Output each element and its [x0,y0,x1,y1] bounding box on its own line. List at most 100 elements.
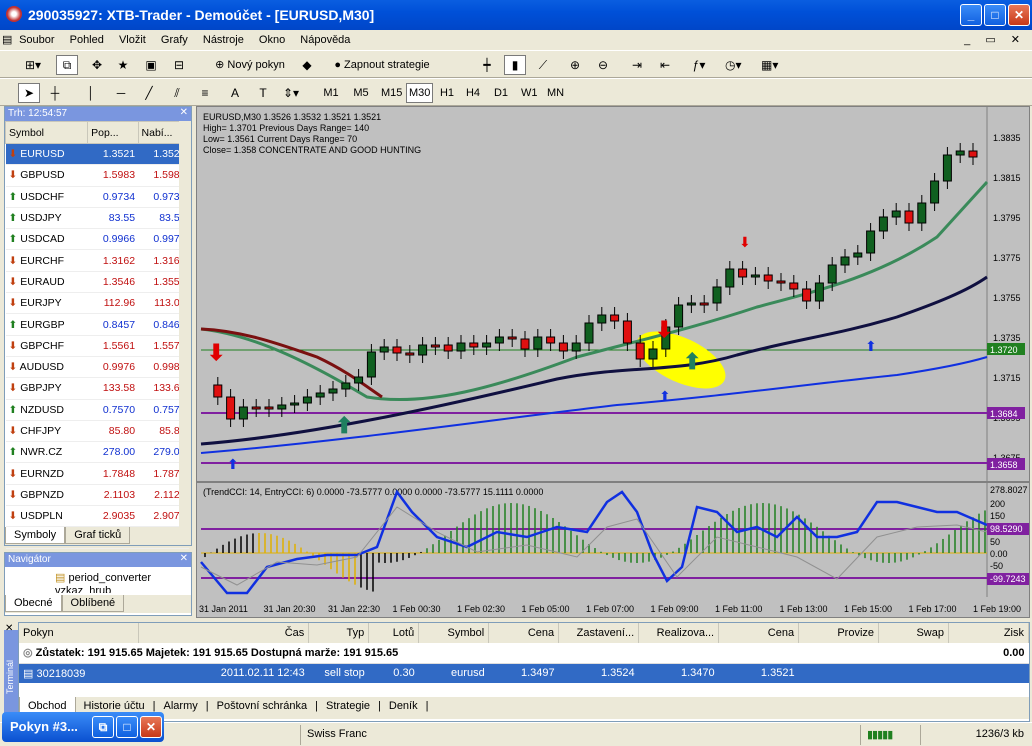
tf-m30[interactable]: M30 [406,83,434,103]
new-chart-icon[interactable]: ⊞▾ [22,55,44,75]
minimized-order-window[interactable]: Pokyn #3... ⧉ □ ✕ [2,712,164,742]
chart-shift-icon[interactable]: ⇤ [654,55,676,75]
market-row[interactable]: ⬆ USDCAD 0.9966 0.9970 [5,228,189,251]
minimize-button[interactable]: _ [960,4,982,26]
profiles-icon[interactable]: ⧉ [56,55,78,75]
menu-help[interactable]: Nápověda [294,31,356,49]
line-chart-icon[interactable]: ⟋ [532,55,554,75]
market-row[interactable]: ⬇ CHFJPY 85.80 85.87 [5,420,189,443]
col-stoploss[interactable]: Zastavení... [558,623,640,643]
channel-icon[interactable]: ⫽ [166,83,188,103]
trendline-icon[interactable]: ╱ [138,83,160,103]
close-icon[interactable]: ✕ [5,623,13,634]
tf-d1[interactable]: D1 [490,83,512,103]
col-commission[interactable]: Provize [798,623,880,643]
col-symbol[interactable]: Symbol [418,623,490,643]
market-row[interactable]: ⬆ NZDUSD 0.7570 0.7575 [5,399,189,421]
tab-mailbox[interactable]: Poštovní schránka [209,697,316,715]
market-row[interactable]: ⬆ USDCHF 0.9734 0.9737 [5,186,189,208]
market-scrollbar[interactable] [179,121,191,529]
tab-journal[interactable]: Deník [381,697,426,715]
data-window-icon[interactable]: ⊟ [168,55,190,75]
order-row[interactable]: ▤ 30218039 2011.02.11 12:43 sell stop 0.… [19,663,1029,683]
indicators-icon[interactable]: ƒ▾ [688,55,710,75]
market-row[interactable]: ⬆ NWR.CZ 278.00 279.00 [5,441,189,464]
menu-charts[interactable]: Grafy [155,31,194,49]
market-row[interactable]: ⬆ USDJPY 83.55 83.58 [5,207,189,230]
tf-m15[interactable]: M15 [378,83,405,103]
autoscroll-icon[interactable]: ⇥ [626,55,648,75]
close-icon[interactable]: ✕ [180,107,188,118]
menu-file[interactable]: Soubor [13,31,60,49]
restore-button[interactable]: ⧉ [92,716,114,738]
market-row[interactable]: ⬇ EURUSD 1.3521 1.3523 [5,143,189,166]
menu-window[interactable]: Okno [253,31,291,49]
periods-icon[interactable]: ◷▾ [722,55,745,75]
crosshair-tool-icon[interactable]: ┼ [44,83,66,103]
zoom-in-icon[interactable]: ⊕ [564,55,586,75]
strategy-button[interactable]: ● Zapnout strategie [326,55,438,75]
menu-tools[interactable]: Nástroje [197,31,250,49]
tf-h1[interactable]: H1 [436,83,458,103]
menu-view[interactable]: Pohled [64,31,110,49]
tf-m1[interactable]: M1 [320,83,342,103]
mdi-controls[interactable]: _ ▭ ✕ [964,33,1026,46]
zoom-out-icon[interactable]: ⊖ [592,55,614,75]
maximize-button[interactable]: □ [116,716,138,738]
metaeditor-icon[interactable]: ◆ [296,55,318,75]
cursor-icon[interactable]: ➤ [18,83,40,103]
crosshair-icon[interactable]: ✥ [86,55,108,75]
market-row[interactable]: ⬇ USDPLN 2.9035 2.9070 [5,505,189,528]
tf-m5[interactable]: M5 [350,83,372,103]
col-price[interactable]: Cena [488,623,560,643]
horizontal-line-icon[interactable]: ─ [110,83,132,103]
tab-tick-chart[interactable]: Graf ticků [65,527,131,544]
close-icon[interactable]: ✕ [180,553,188,564]
col-symbol[interactable]: Symbol [4,121,89,144]
tab-general[interactable]: Obecné [5,595,62,612]
col-time[interactable]: Čas [138,623,310,643]
close-button[interactable]: ✕ [140,716,162,738]
price-chart[interactable]: 1.3835 1.3815 1.3795 1.3775 1.3755 1.3735 1.37… [197,107,1029,617]
text-label-icon[interactable]: T [252,83,274,103]
arrows-icon[interactable]: ⇕▾ [280,83,302,103]
menu-insert[interactable]: Vložit [113,31,152,49]
col-lots[interactable]: Lotů [368,623,420,643]
col-swap[interactable]: Swap [878,623,949,643]
window-icon[interactable]: ▣ [140,55,162,75]
nav-item[interactable]: vzkaz_hrub [55,585,111,593]
market-row[interactable]: ⬇ GBPJPY 133.58 133.65 [5,377,189,400]
tf-mn[interactable]: MN [544,83,567,103]
tf-w1[interactable]: W1 [518,83,541,103]
col-bid[interactable]: Pop... [87,121,139,144]
tab-favorites[interactable]: Oblíbené [61,595,125,612]
col-profit[interactable]: Zisk [948,623,1030,643]
doc-icon[interactable]: ▤ [0,30,12,49]
balance-row[interactable]: ◎ Zůstatek: 191 915.65 Majetek: 191 915.… [19,643,1029,664]
market-row[interactable]: ⬇ EURJPY 112.96 113.00 [5,292,189,315]
market-row[interactable]: ⬇ EURNZD 1.7848 1.7873 [5,462,189,485]
candle-chart-icon[interactable]: ▮ [504,55,526,75]
col-type[interactable]: Typ [308,623,370,643]
market-row[interactable]: ⬇ EURCHF 1.3162 1.3166 [5,249,189,272]
col-takeprofit[interactable]: Realizova... [638,623,720,643]
bar-chart-icon[interactable]: ┿ [476,55,498,75]
market-row[interactable]: ⬇ GBPNZD 2.1103 2.1128 [5,484,189,507]
col-order[interactable]: Pokyn [19,623,140,643]
new-order-button[interactable]: ⊕ Nový pokyn [210,55,290,75]
market-row[interactable]: ⬇ EURAUD 1.3546 1.3558 [5,271,189,294]
nav-item[interactable]: ▤ period_converter [55,571,151,584]
favorites-icon[interactable]: ★ [112,55,134,75]
tab-alerts[interactable]: Alarmy [156,697,206,715]
fibonacci-icon[interactable]: ≡ [194,83,216,103]
market-row[interactable]: ⬆ EURGBP 0.8457 0.8460 [5,313,189,336]
text-icon[interactable]: A [224,83,246,103]
chart-window[interactable]: 1.3835 1.3815 1.3795 1.3775 1.3755 1.3735 1.37… [196,106,1030,618]
templates-icon[interactable]: ▦▾ [758,55,781,75]
col-cur-price[interactable]: Cena [718,623,800,643]
vertical-line-icon[interactable]: │ [80,83,102,103]
tf-h4[interactable]: H4 [462,83,484,103]
tab-symbols[interactable]: Symboly [5,527,66,544]
market-row[interactable]: ⬇ GBPUSD 1.5983 1.5986 [5,164,189,187]
close-button[interactable]: ✕ [1008,4,1030,26]
